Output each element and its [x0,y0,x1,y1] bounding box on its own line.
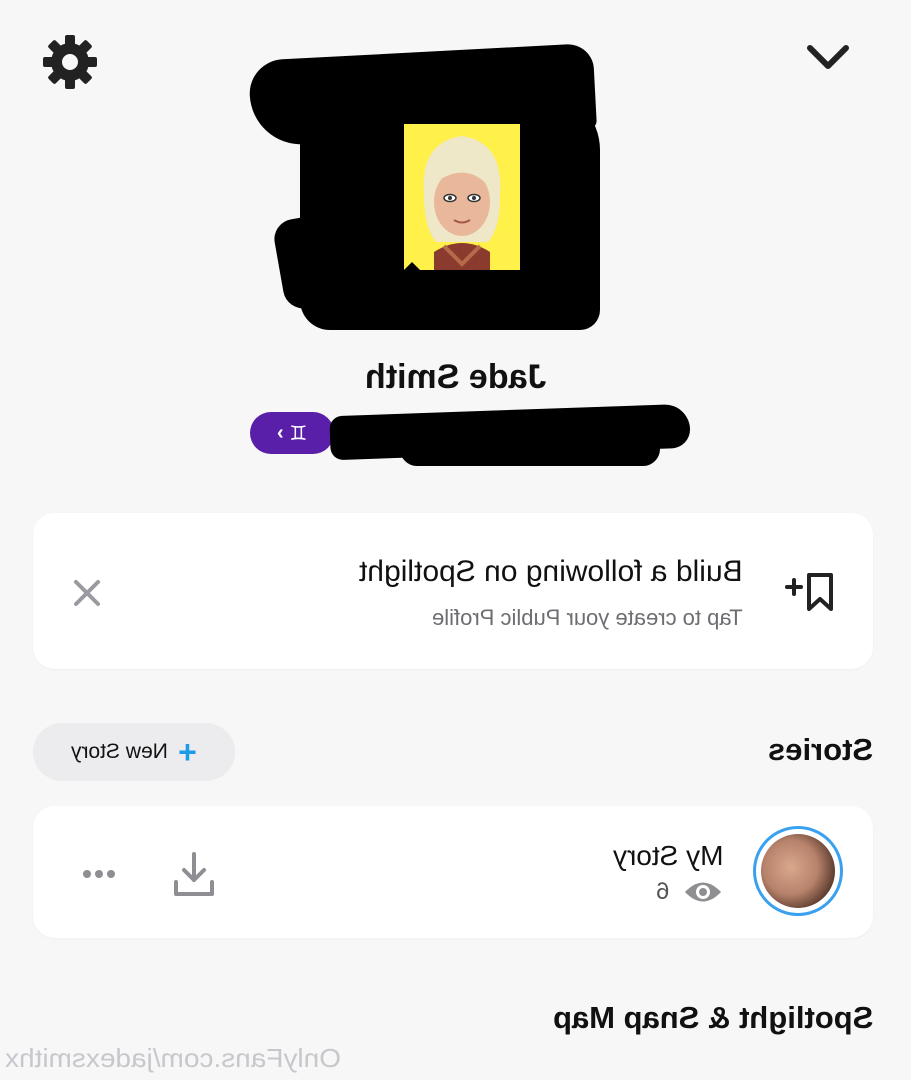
story-view-count: 6 [656,878,723,906]
bitmoji-avatar[interactable] [404,124,520,270]
plus-icon: + [178,734,197,770]
zodiac-badge[interactable]: › ♊ [250,412,334,454]
view-count: 6 [655,878,669,905]
spotlight-promo-card[interactable]: Build a following on Spotlight Tap to cr… [33,513,873,669]
more-options-icon[interactable] [81,868,117,880]
my-story-row[interactable]: My Story 6 [33,806,873,938]
stories-heading: Stories [767,732,873,767]
chevron-down-icon[interactable] [800,36,856,80]
display-name: Jade Smith [364,358,547,396]
story-title: My Story [612,840,723,871]
watermark: OnlyFans.com/jadexsmithx [5,1043,341,1073]
svg-text:OnlyFans.com/jadexsmithx: OnlyFans.com/jadexsmithx [5,1043,341,1073]
bookmark-plus-icon [785,573,833,611]
promo-subtitle: Tap to create your Public Profile [432,605,743,630]
redaction-mark [400,432,660,466]
download-icon[interactable] [170,850,218,898]
eye-icon [685,882,721,902]
gear-icon[interactable] [40,32,100,92]
gemini-icon: ♊ [289,422,308,445]
spotlight-map-heading: Spotlight & Snap Map [552,1000,873,1035]
close-icon[interactable] [71,577,103,609]
new-story-button[interactable]: New Story + [33,723,235,781]
promo-title: Build a following on Spotlight [359,555,743,588]
chevron-right-icon: › [276,421,284,444]
new-story-label: New Story [71,740,169,763]
story-thumbnail[interactable] [753,826,843,916]
